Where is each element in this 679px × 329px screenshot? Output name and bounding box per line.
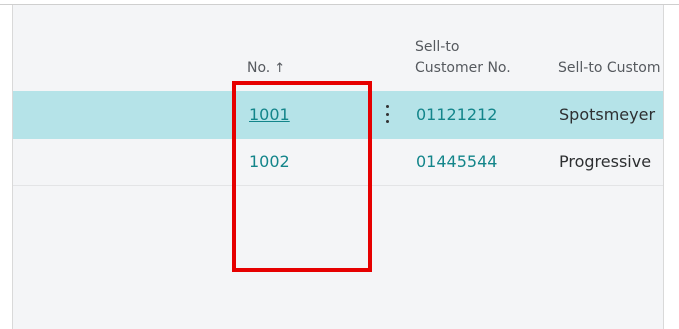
column-header-no[interactable]: No. ↑ [247, 58, 285, 79]
table-row[interactable]: 1001 01121212 Spotsmeyer [13, 91, 663, 139]
customer-no-link[interactable]: 01445544 [416, 152, 497, 172]
more-options-icon[interactable] [381, 102, 393, 126]
document-no-link[interactable]: 1002 [249, 152, 290, 172]
document-no-link[interactable]: 1001 [249, 105, 290, 125]
column-header-sell-to-customer-name[interactable]: Sell-to Custom [558, 58, 660, 79]
customer-name-cell: Spotsmeyer [559, 105, 656, 124]
column-header-no-label: No. [247, 60, 271, 76]
column-header-sell-to-customer-no[interactable]: Sell-to Customer No. [415, 37, 511, 79]
table-row[interactable]: 1002 01445544 Progressive [13, 139, 663, 186]
customer-name-cell: Progressive [559, 152, 652, 171]
column-header-line: Sell-to [415, 39, 460, 55]
list-panel: No. ↑ Sell-to Customer No. Sell-to Custom… [12, 5, 664, 329]
customer-no-link[interactable]: 01121212 [416, 105, 497, 125]
sort-ascending-icon: ↑ [274, 61, 286, 76]
column-header-line: Customer No. [415, 60, 511, 76]
column-header-label: Sell-to Custom [558, 60, 661, 76]
